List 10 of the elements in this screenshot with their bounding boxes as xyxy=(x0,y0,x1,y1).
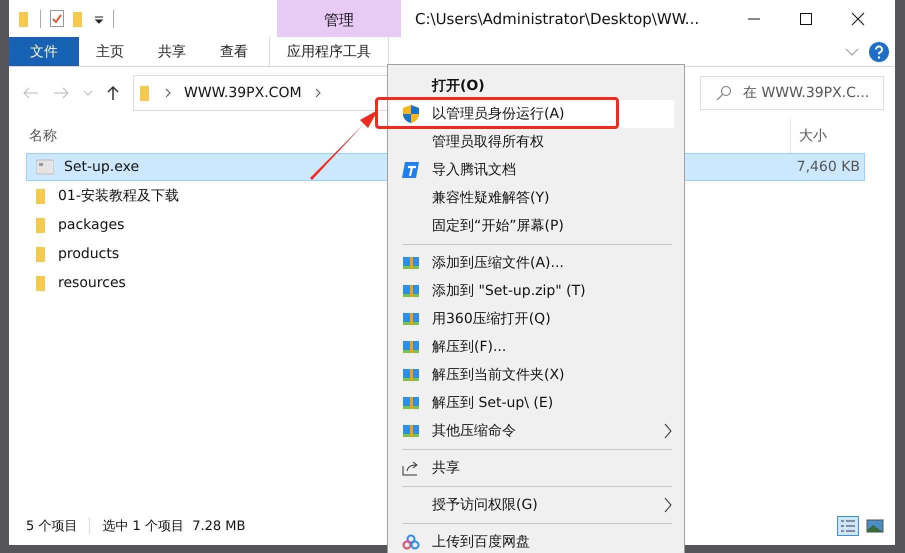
file-name: resources xyxy=(58,275,126,291)
file-name: packages xyxy=(58,217,124,233)
context-tab-header: 管理 xyxy=(277,0,401,37)
file-name: Set-up.exe xyxy=(64,159,140,175)
file-name: 01-安装教程及下载 xyxy=(58,187,179,205)
file-size: 7,460 KB xyxy=(796,159,861,175)
selection-info: 选中 1 个项目 7.28 MB xyxy=(102,518,246,535)
window-title: C:\Users\Administrator\Desktop\WW... xyxy=(415,10,700,28)
file-name: products xyxy=(58,246,120,262)
item-count: 5 个项目 xyxy=(26,518,78,535)
